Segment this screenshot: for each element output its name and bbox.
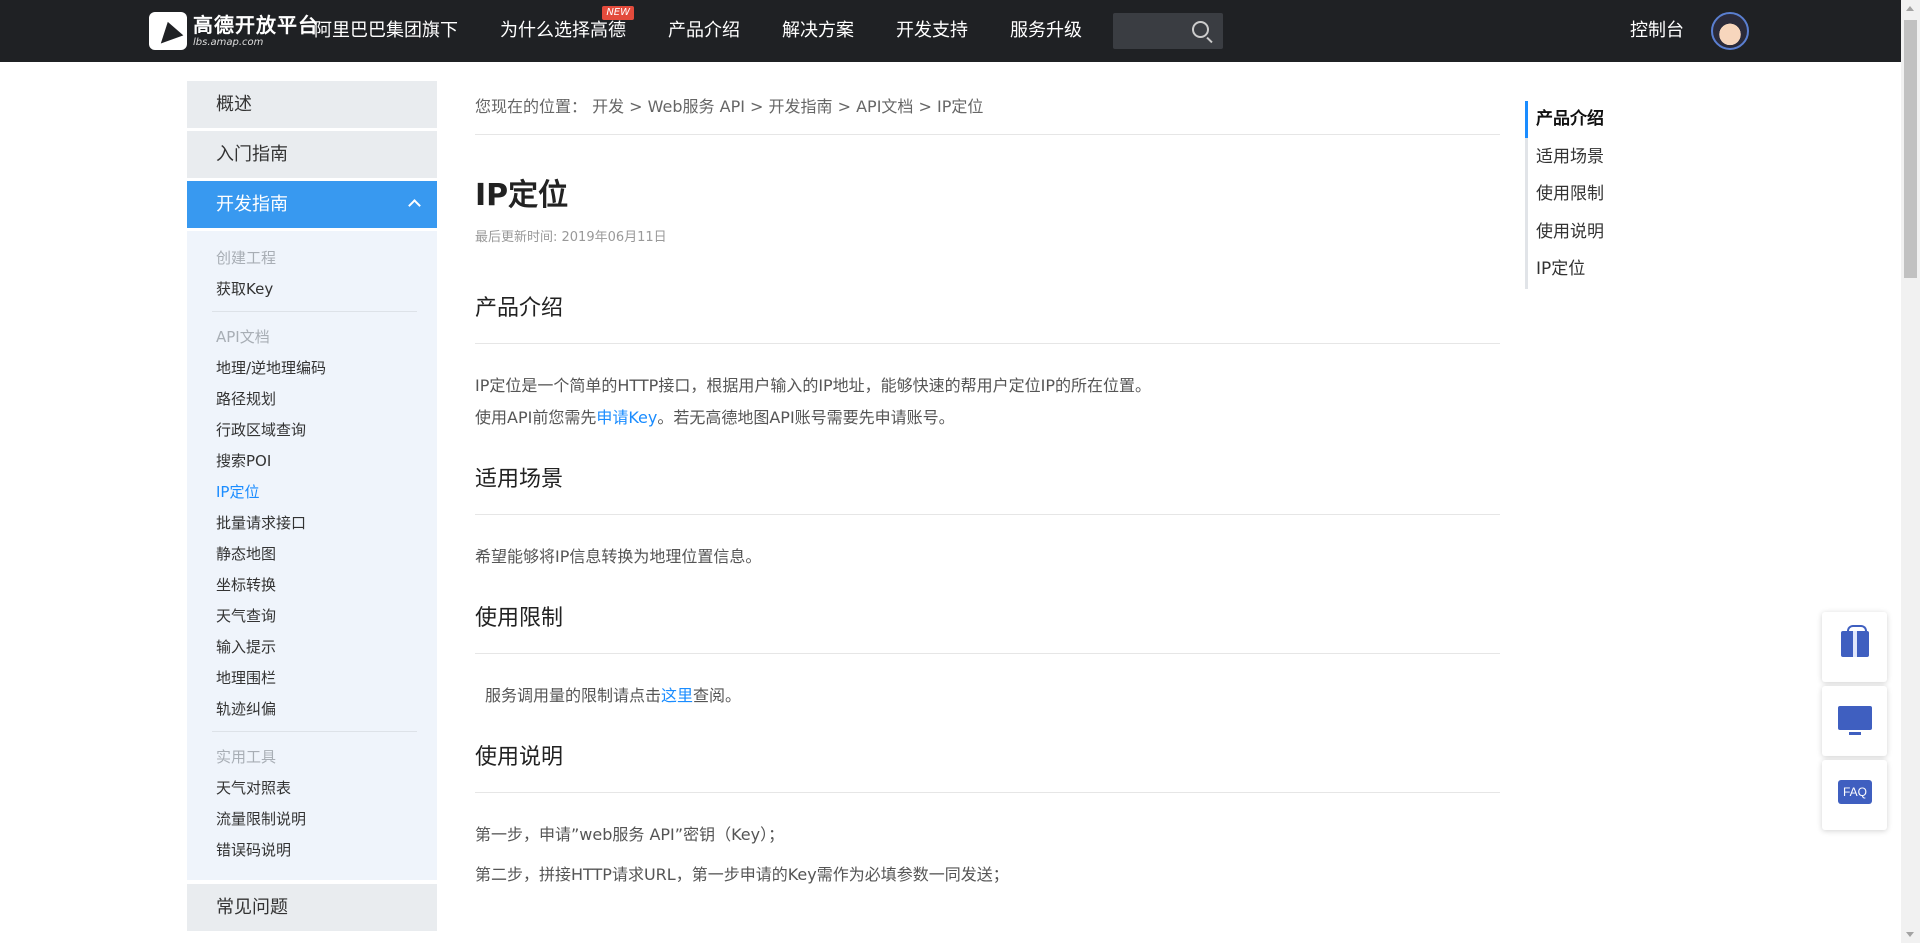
toc-item-intro[interactable]: 产品介绍 xyxy=(1525,101,1604,139)
nav-item-alibaba[interactable]: 阿里巴巴集团旗下 xyxy=(314,0,458,62)
sidebar-divider xyxy=(212,311,417,312)
avatar[interactable] xyxy=(1711,12,1749,50)
monitor-icon xyxy=(1838,706,1872,735)
nav-item-why-amap[interactable]: 为什么选择高德 NEW xyxy=(500,0,634,62)
breadcrumb: 您现在的位置： 开发 > Web服务 API > 开发指南 > API文档 > … xyxy=(475,81,1500,135)
table-of-contents: 产品介绍 适用场景 使用限制 使用说明 IP定位 xyxy=(1525,101,1604,289)
section-title-scenario: 适用场景 xyxy=(475,466,1500,515)
main-content: 您现在的位置： 开发 > Web服务 API > 开发指南 > API文档 > … xyxy=(475,81,1500,895)
main-nav: 阿里巴巴集团旗下 为什么选择高德 NEW 产品介绍 解决方案 开发支持 服务升级 xyxy=(314,0,1124,62)
demo-button[interactable] xyxy=(1822,686,1887,756)
search-icon[interactable] xyxy=(1192,21,1209,38)
toc-item-ip-location[interactable]: IP定位 xyxy=(1536,251,1604,289)
scroll-down-icon[interactable] xyxy=(1906,932,1914,937)
sidebar-item-getting-started[interactable]: 入门指南 xyxy=(187,131,437,178)
nav-item-service-upgrade[interactable]: 服务升级 xyxy=(1010,0,1082,62)
gift-button[interactable] xyxy=(1822,612,1887,682)
sidebar-item-geofence[interactable]: 地理围栏 xyxy=(216,663,427,694)
page-scrollbar[interactable] xyxy=(1901,0,1920,943)
sidebar-item-track[interactable]: 轨迹纠偏 xyxy=(216,694,427,725)
page-title: IP定位 xyxy=(475,178,569,213)
apply-key-link[interactable]: 申请Key xyxy=(596,408,657,427)
sidebar-item-static-map[interactable]: 静态地图 xyxy=(216,539,427,570)
logo-url: lbs.amap.com xyxy=(193,36,264,48)
sidebar-item-geocode[interactable]: 地理/逆地理编码 xyxy=(216,353,427,384)
console-link[interactable]: 控制台 xyxy=(1630,0,1684,62)
usage-step1: 第一步，申请”web服务 API”密钥（Key）； xyxy=(475,825,785,844)
sidebar-item-rate-limit[interactable]: 流量限制说明 xyxy=(216,804,427,835)
sidebar-item-input-tips[interactable]: 输入提示 xyxy=(216,632,427,663)
scroll-up-icon[interactable] xyxy=(1906,6,1914,11)
new-badge: NEW xyxy=(602,6,634,20)
sidebar-item-overview[interactable]: 概述 xyxy=(187,81,437,128)
sidebar-section-head: 实用工具 xyxy=(216,748,277,766)
toc-item-usage[interactable]: 使用说明 xyxy=(1536,214,1604,252)
sidebar-item-ip-location[interactable]: IP定位 xyxy=(216,477,427,508)
sidebar-item-route[interactable]: 路径规划 xyxy=(216,384,427,415)
logo-name: 高德开放平台 xyxy=(193,12,319,37)
section-title-usage: 使用说明 xyxy=(475,744,1500,793)
top-navbar: 高德开放平台 lbs.amap.com 阿里巴巴集团旗下 为什么选择高德 NEW… xyxy=(0,0,1920,62)
sidebar-submenu: 创建工程 获取Key API文档 地理/逆地理编码 路径规划 行政区域查询 搜索… xyxy=(187,231,437,880)
sidebar-divider xyxy=(212,731,417,732)
sidebar-section-head: API文档 xyxy=(216,328,270,346)
scenario-paragraph: 希望能够将IP信息转换为地理位置信息。 xyxy=(475,547,762,566)
nav-item-label: 为什么选择高德 xyxy=(500,20,626,41)
sidebar-section-head: 创建工程 xyxy=(216,249,277,267)
sidebar-item-batch[interactable]: 批量请求接口 xyxy=(216,508,427,539)
search-input[interactable] xyxy=(1113,13,1223,49)
nav-item-solutions[interactable]: 解决方案 xyxy=(782,0,854,62)
sidebar-item-dev-guide[interactable]: 开发指南 xyxy=(187,181,437,228)
toc-item-scenario[interactable]: 适用场景 xyxy=(1536,139,1604,177)
amap-logo[interactable]: 高德开放平台 lbs.amap.com xyxy=(149,11,319,51)
nav-item-dev-support[interactable]: 开发支持 xyxy=(896,0,968,62)
sidebar-item-weather-table[interactable]: 天气对照表 xyxy=(216,773,427,804)
sidebar-item-label: 开发指南 xyxy=(216,194,288,215)
sidebar-item-district[interactable]: 行政区域查询 xyxy=(216,415,427,446)
gift-icon xyxy=(1841,625,1869,657)
section-title-limits: 使用限制 xyxy=(475,605,1500,654)
scroll-thumb[interactable] xyxy=(1904,20,1917,278)
limits-here-link[interactable]: 这里 xyxy=(661,686,693,705)
limits-paragraph: 服务调用量的限制请点击这里查阅。 xyxy=(485,686,742,705)
faq-button[interactable]: FAQ xyxy=(1822,760,1887,830)
sidebar-item-faq[interactable]: 常见问题 xyxy=(187,884,437,931)
sidebar-item-search-poi[interactable]: 搜索POI xyxy=(216,446,427,477)
logo-plane-icon xyxy=(149,12,187,50)
faq-icon: FAQ xyxy=(1838,780,1872,804)
chevron-up-icon xyxy=(408,199,421,212)
sidebar: 概述 入门指南 开发指南 创建工程 获取Key API文档 地理/逆地理编码 路… xyxy=(187,81,437,943)
usage-step2: 第二步，拼接HTTP请求URL，第一步申请的Key需作为必填参数一同发送； xyxy=(475,865,1009,884)
last-updated: 最后更新时间: 2019年06月11日 xyxy=(475,230,667,245)
sidebar-item-coord-convert[interactable]: 坐标转换 xyxy=(216,570,427,601)
sidebar-item-error-codes[interactable]: 错误码说明 xyxy=(216,835,427,866)
nav-item-products[interactable]: 产品介绍 xyxy=(668,0,740,62)
sidebar-item-get-key[interactable]: 获取Key xyxy=(216,274,427,305)
sidebar-item-weather[interactable]: 天气查询 xyxy=(216,601,427,632)
section-title-intro: 产品介绍 xyxy=(475,295,1500,344)
toc-item-limits[interactable]: 使用限制 xyxy=(1536,176,1604,214)
